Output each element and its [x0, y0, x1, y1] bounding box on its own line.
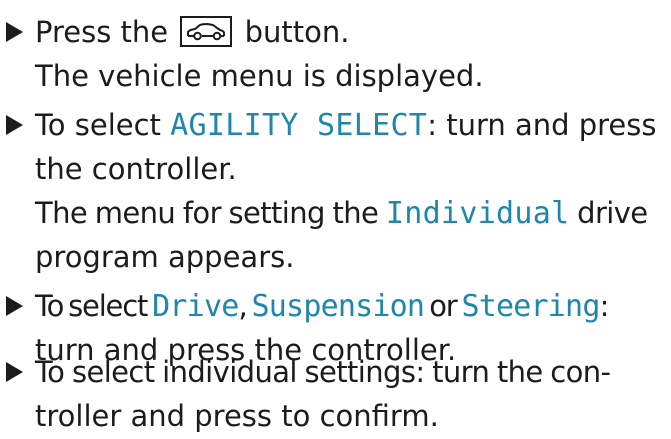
step-arrow-icon [6, 362, 23, 382]
step-2-line-3: The menu for setting the Individual driv… [35, 191, 648, 236]
menu-term-suspension: Suspension [251, 289, 425, 324]
step-4-line-2: troller and press to confirm. [35, 399, 439, 433]
instruction-step-4: To select individual settings: turn the … [0, 350, 671, 438]
step-1-text-post: button. [244, 15, 350, 49]
menu-term-drive: Drive [152, 289, 239, 324]
step-2-text-pre-2: The menu for setting the [35, 196, 379, 230]
step-2-line-1: To select AGILITY SELECT: turn and press [35, 103, 656, 148]
step-4-line-1: To select individual settings: turn the … [35, 355, 611, 389]
step-2-line-4: program appears. [35, 240, 295, 274]
step-3-text-pre: To select [35, 289, 148, 323]
step-2-line-2: the controller. [35, 152, 237, 186]
step-2-text-post: : turn and press [427, 108, 657, 142]
step-1-text-pre: Press the [35, 15, 169, 49]
menu-term-individual: Individual [385, 196, 570, 231]
menu-term-steering: Steering [461, 289, 600, 324]
step-arrow-icon [6, 22, 23, 42]
step-1-line-2: The vehicle menu is displayed. [35, 59, 484, 93]
step-1-line-1: Press the button. [35, 10, 349, 54]
step-2-text-pre: To select [35, 108, 161, 142]
step-arrow-icon [6, 296, 23, 316]
car-vehicle-icon [180, 16, 233, 47]
step-3-line-1: To select Drive, Suspension or Steering: [35, 284, 610, 329]
step-2-text-post-2: drive [577, 196, 648, 230]
instruction-step-1: Press the button. The vehicle menu is di… [0, 10, 671, 98]
instruction-list: Press the button. The vehicle menu is di… [0, 0, 671, 439]
step-3-sep-or: or [429, 289, 457, 323]
step-3-sep-comma: , [238, 289, 247, 323]
step-3-text-post: : [599, 289, 610, 323]
menu-term-agility-select: AGILITY SELECT [170, 108, 428, 143]
step-arrow-icon [6, 115, 23, 135]
instruction-step-2: To select AGILITY SELECT: turn and press… [0, 103, 671, 279]
